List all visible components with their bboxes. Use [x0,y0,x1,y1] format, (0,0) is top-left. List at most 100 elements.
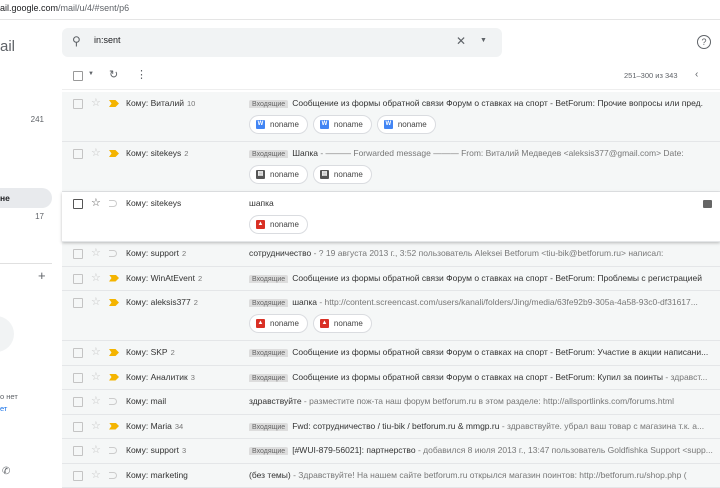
snippet: шапка [249,198,719,208]
search-input[interactable] [94,35,454,45]
attachment-chip[interactable]: ▲noname [249,215,308,234]
address-bar[interactable]: ail.google.com/mail/u/4/#sent/p6 [0,0,720,20]
email-row[interactable]: ☆ Кому: sitekeys шапка▲noname [62,192,720,242]
inbox-label[interactable]: Входящие [249,100,288,108]
archive-icon[interactable] [703,200,712,208]
row-checkbox[interactable] [73,471,83,481]
importance-marker-icon[interactable] [109,423,119,430]
select-chevron-down-icon[interactable]: ▼ [88,71,94,77]
attachments: ▲noname ▲noname [249,314,372,333]
new-chat-plus-icon[interactable]: + [38,268,46,283]
importance-marker-icon[interactable] [109,200,117,207]
preview: - разместите пож-та наш форум betforum.r… [302,396,674,406]
row-checkbox[interactable] [73,373,83,383]
star-icon[interactable]: ☆ [91,443,101,456]
star-icon[interactable]: ☆ [91,345,101,358]
thread-count: 2 [184,149,188,158]
hangouts-link[interactable]: ет [0,404,7,413]
row-checkbox[interactable] [73,149,83,159]
email-row[interactable]: ☆ Кому: support3 Входящие[#WUI-879-56021… [62,439,720,464]
email-row[interactable]: ☆ Кому: Виталий10 ВходящиеСообщение из ф… [62,92,720,142]
inbox-label[interactable]: Входящие [249,374,288,382]
row-checkbox[interactable] [73,422,83,432]
importance-marker-icon[interactable] [109,250,117,257]
attachment-chip[interactable]: ▤noname [313,165,372,184]
email-row[interactable]: ☆ Кому: Maria34 ВходящиеFwd: сотрудничес… [62,415,720,440]
sender: Кому: Виталий10 [126,98,195,108]
row-checkbox[interactable] [73,99,83,109]
attachment-chip[interactable]: ▤noname [249,165,308,184]
sidebar-item-sent[interactable]: не [0,188,52,208]
importance-marker-icon[interactable] [109,150,119,157]
prev-page-icon[interactable]: ‹ [695,69,698,80]
importance-marker-icon[interactable] [109,349,119,356]
thread-count: 3 [191,373,195,382]
email-row[interactable]: ☆ Кому: Аналитик3 ВходящиеСообщение из ф… [62,366,720,391]
row-checkbox[interactable] [73,199,83,209]
email-list: ☆ Кому: Виталий10 Входящие Сообщение из ф… [62,92,720,488]
email-row[interactable]: ☆ Кому: marketing (без темы) - Здравству… [62,464,720,488]
arch-file-icon: ▤ [320,170,329,179]
importance-marker-icon[interactable] [109,472,117,479]
star-icon[interactable]: ☆ [91,246,101,259]
importance-marker-icon[interactable] [109,100,119,107]
preview: - добавился 8 июля 2013 г., 13:47 пользо… [416,445,713,455]
importance-marker-icon[interactable] [109,275,119,282]
clear-search-icon[interactable]: ✕ [456,34,466,48]
thread-count: 2 [194,298,198,307]
attachment-chip[interactable]: Wnoname [249,115,308,134]
star-icon[interactable]: ☆ [91,394,101,407]
inbox-label[interactable]: Входящие [249,299,288,307]
row-checkbox[interactable] [73,298,83,308]
star-icon[interactable]: ☆ [91,271,101,284]
email-row[interactable]: ☆ Кому: support2 сотрудничество - ? 19 а… [62,242,720,267]
search-options-chevron-icon[interactable]: ▼ [480,37,487,44]
star-icon[interactable]: ☆ [91,96,101,109]
row-checkbox[interactable] [73,249,83,259]
importance-marker-icon[interactable] [109,299,119,306]
email-row[interactable]: ☆ Кому: mail здравствуйте - разместите п… [62,390,720,415]
attachment-chip[interactable]: Wnoname [313,115,372,134]
snippet: ВходящиеFwd: сотрудничество / tiu-bik / … [249,421,719,431]
importance-marker-icon[interactable] [109,374,119,381]
star-icon[interactable]: ☆ [91,146,101,159]
inbox-label[interactable]: Входящие [249,423,288,431]
inbox-label[interactable]: Входящие [249,349,288,357]
snippet: Входящие Сообщение из формы обратной связ… [249,347,719,357]
search-icon[interactable]: ⚲ [72,34,81,48]
row-checkbox[interactable] [73,446,83,456]
email-row[interactable]: ☆ Кому: WinAtEvent2 ВходящиеСообщение из… [62,267,720,292]
attachment-chip[interactable]: ▲noname [313,314,372,333]
row-checkbox[interactable] [73,348,83,358]
snippet: ВходящиеШапка - ——— Forwarded message ——… [249,148,719,158]
importance-marker-icon[interactable] [109,447,117,454]
refresh-icon[interactable]: ↻ [109,68,118,81]
inbox-label[interactable]: Входящие [249,275,288,283]
snippet: Входящиешапка - http://content.screencas… [249,297,719,307]
gmail-logo[interactable]: ail [0,38,15,55]
help-icon[interactable]: ? [697,35,711,49]
importance-marker-icon[interactable] [109,398,117,405]
star-icon[interactable]: ☆ [91,419,101,432]
inbox-label[interactable]: Входящие [249,150,288,158]
attachments: ▤noname ▤noname [249,165,372,184]
star-icon[interactable]: ☆ [91,468,101,481]
row-checkbox[interactable] [73,274,83,284]
word-file-icon: W [384,120,393,129]
row-checkbox[interactable] [73,397,83,407]
email-row[interactable]: ☆ Кому: SKP2 ВходящиеСообщение из формы … [62,341,720,366]
star-icon[interactable]: ☆ [91,370,101,383]
more-icon[interactable]: ⋮ [136,68,147,81]
phone-icon[interactable]: ✆ [2,466,10,477]
email-row[interactable]: ☆ Кому: sitekeys2 ВходящиеШапка - ——— Fo… [62,142,720,192]
email-row[interactable]: ☆ Кому: aleksis3772 Входящиешапка - http… [62,291,720,341]
attachment-chip[interactable]: ▲noname [249,314,308,333]
attachment-chip[interactable]: Wnoname [377,115,436,134]
subject: Сообщение из формы обратной связи Форум … [292,347,708,357]
inbox-label[interactable]: Входящие [249,447,288,455]
select-all-checkbox[interactable] [73,71,83,81]
snippet: Входящие[#WUI-879-56021]: партнерство - … [249,445,719,455]
star-icon[interactable]: ☆ [91,295,101,308]
star-icon[interactable]: ☆ [91,196,101,209]
word-file-icon: W [320,120,329,129]
